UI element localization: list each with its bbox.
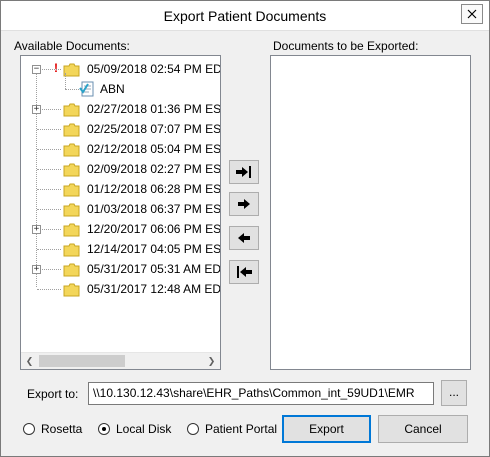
encounter-date-label: 05/09/2018 02:54 PM ED	[87, 62, 220, 76]
encounter-date-label: 01/12/2018 06:28 PM ES	[87, 182, 220, 196]
move-all-left-button[interactable]	[229, 260, 259, 284]
tree-item[interactable]: 01/12/2018 06:28 PM ES	[21, 179, 220, 199]
move-all-right-button[interactable]	[229, 160, 259, 184]
tree-item[interactable]: 02/12/2018 05:04 PM ES	[21, 139, 220, 159]
tree-connector-line	[65, 89, 79, 90]
tree-item[interactable]: +12/20/2017 06:06 PM ES	[21, 219, 220, 239]
folder-icon	[63, 203, 80, 217]
tree-connector-line	[37, 129, 61, 130]
encounter-date-label: 02/12/2018 05:04 PM ES	[87, 142, 220, 156]
title-bar: Export Patient Documents	[1, 1, 489, 31]
encounter-date-label: 05/31/2017 12:48 AM ED	[87, 282, 220, 296]
move-all-left-icon	[237, 266, 252, 278]
tree-connector-line	[37, 289, 61, 290]
tree-connector-line	[37, 249, 61, 250]
documents-to-export-label: Documents to be Exported:	[273, 39, 419, 53]
export-path-field[interactable]: \\10.130.12.43\share\EHR_Paths\Common_in…	[88, 382, 434, 405]
tree-item[interactable]: +05/31/2017 05:31 AM ED	[21, 259, 220, 279]
tree-connector-line	[37, 209, 61, 210]
encounter-date-label: 01/03/2018 06:37 PM ES	[87, 202, 220, 216]
tree-item[interactable]: ABN	[21, 73, 220, 99]
tree-horizontal-scrollbar[interactable]: ❮ ❯	[21, 352, 220, 369]
export-dialog: Export Patient Documents Available Docum…	[0, 0, 490, 457]
tree-item[interactable]: 12/14/2017 04:05 PM ES	[21, 239, 220, 259]
folder-icon	[63, 243, 80, 257]
folder-icon	[63, 103, 80, 117]
scroll-right-icon[interactable]: ❯	[203, 353, 220, 369]
close-icon	[467, 9, 477, 19]
move-right-icon	[238, 199, 250, 209]
tree-branch-line	[65, 73, 66, 89]
document-label: ABN	[100, 82, 125, 96]
alert-flag-icon: !	[54, 61, 58, 75]
close-button[interactable]	[461, 4, 483, 24]
encounter-date-label: 12/14/2017 04:05 PM ES	[87, 242, 220, 256]
folder-icon	[63, 223, 80, 237]
tree-connector-line	[37, 149, 61, 150]
browse-button[interactable]: ...	[441, 380, 467, 406]
document-check-icon	[79, 81, 94, 97]
collapse-icon[interactable]: −	[32, 65, 41, 74]
scroll-left-icon[interactable]: ❮	[21, 353, 38, 369]
move-all-right-icon	[236, 166, 251, 178]
expand-icon[interactable]: +	[32, 225, 41, 234]
available-documents-tree[interactable]: −! 05/09/2018 02:54 PM ED ABN +02/27/2018 0…	[20, 55, 221, 370]
cancel-button[interactable]: Cancel	[378, 415, 468, 443]
expand-icon[interactable]: +	[32, 265, 41, 274]
rosetta-label: Rosetta	[41, 422, 83, 436]
tree-item[interactable]: −! 05/09/2018 02:54 PM ED	[21, 59, 220, 79]
radio-selected-dot	[102, 427, 106, 431]
patient-portal-label: Patient Portal	[205, 422, 278, 436]
folder-icon	[63, 263, 80, 277]
radio-circle	[98, 423, 110, 435]
move-left-icon	[238, 233, 250, 243]
window-title: Export Patient Documents	[163, 8, 327, 24]
folder-icon	[63, 123, 80, 137]
encounter-date-label: 02/09/2018 02:27 PM ES	[87, 162, 220, 176]
tree-item[interactable]: 02/25/2018 07:07 PM ES	[21, 119, 220, 139]
expand-icon[interactable]: +	[32, 105, 41, 114]
local-disk-label: Local Disk	[116, 422, 172, 436]
tree-item[interactable]: 05/31/2017 12:48 AM ED	[21, 279, 220, 299]
encounter-date-label: 02/27/2018 01:36 PM ES	[87, 102, 220, 116]
tree-content: −! 05/09/2018 02:54 PM ED ABN +02/27/2018 0…	[21, 56, 220, 353]
export-button[interactable]: Export	[282, 415, 371, 443]
encounter-date-label: 02/25/2018 07:07 PM ES	[87, 122, 220, 136]
tree-connector-line	[37, 169, 61, 170]
documents-to-export-list[interactable]	[270, 55, 471, 370]
scrollbar-thumb[interactable]	[39, 355, 125, 367]
radio-circle	[187, 423, 199, 435]
encounter-date-label: 05/31/2017 05:31 AM ED	[87, 262, 220, 276]
tree-connector-line	[37, 189, 61, 190]
tree-item[interactable]: 02/09/2018 02:27 PM ES	[21, 159, 220, 179]
folder-icon	[63, 283, 80, 297]
available-documents-label: Available Documents:	[14, 39, 130, 53]
move-left-button[interactable]	[229, 226, 259, 250]
folder-icon	[63, 163, 80, 177]
encounter-date-label: 12/20/2017 06:06 PM ES	[87, 222, 220, 236]
radio-circle	[23, 423, 35, 435]
move-right-button[interactable]	[229, 192, 259, 216]
tree-item[interactable]: +02/27/2018 01:36 PM ES	[21, 99, 220, 119]
folder-icon	[63, 183, 80, 197]
export-to-label: Export to:	[27, 387, 79, 401]
tree-item[interactable]: 01/03/2018 06:37 PM ES	[21, 199, 220, 219]
folder-icon	[63, 143, 80, 157]
